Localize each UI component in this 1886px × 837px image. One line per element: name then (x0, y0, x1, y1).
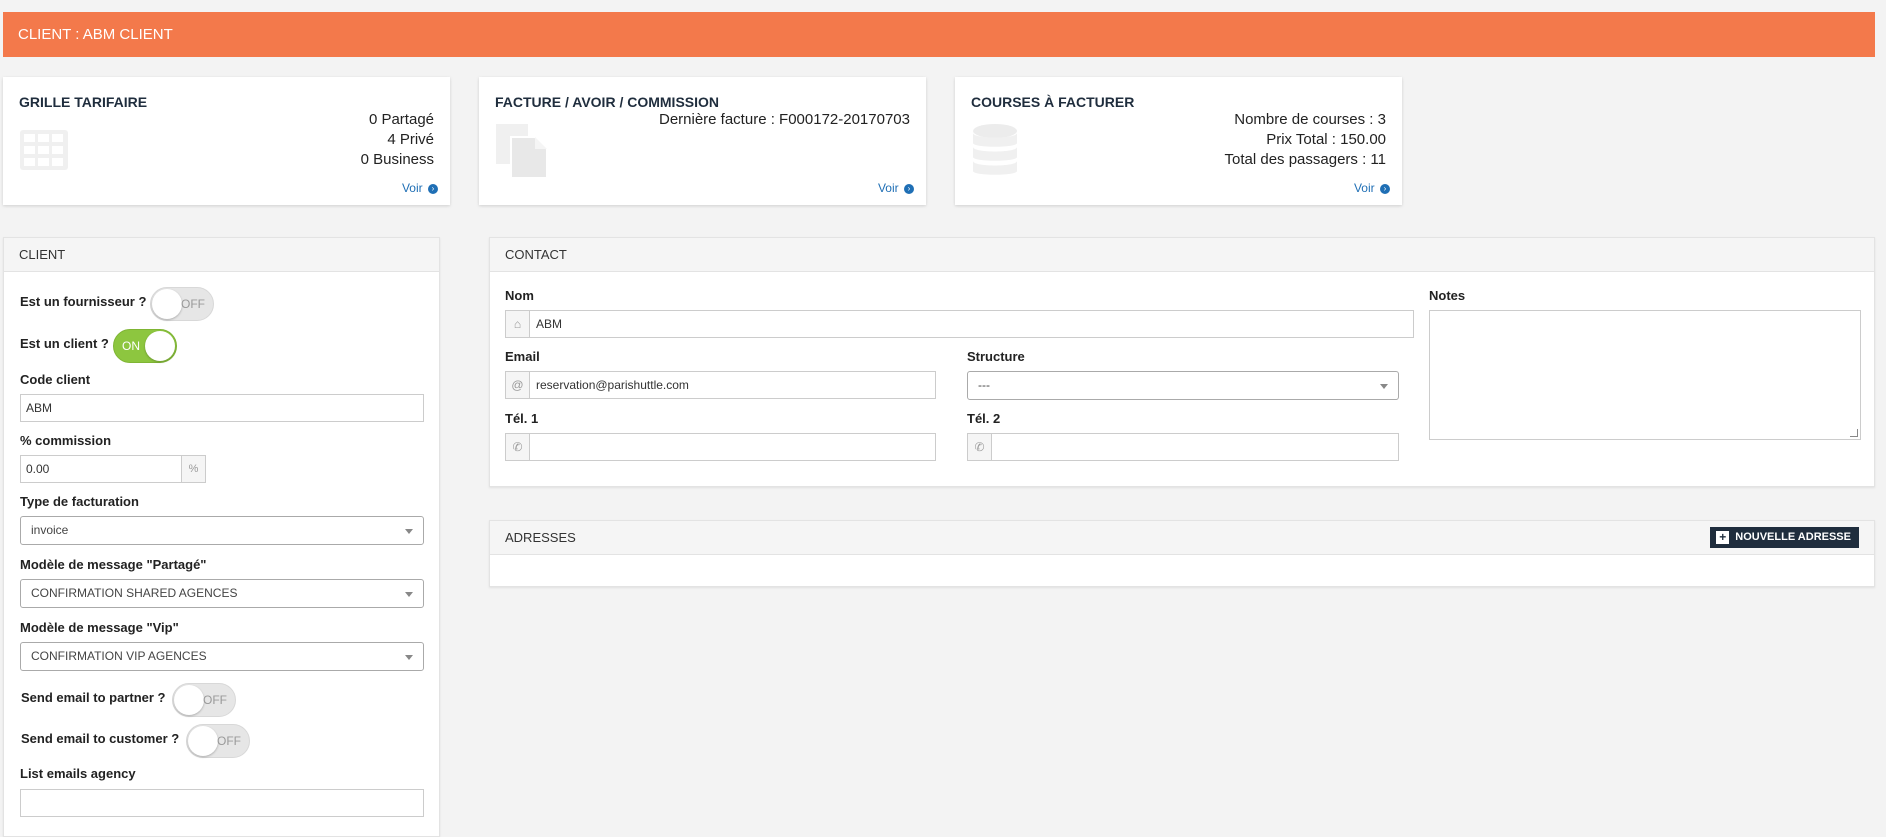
nom-value: ABM (536, 317, 563, 331)
contact-panel: CONTACT Nom ⌂ ABM Email @ reservation@pa… (489, 237, 1875, 487)
nom-input[interactable]: ⌂ ABM (505, 310, 1414, 338)
prix-total: Prix Total : 150.00 (1266, 131, 1386, 148)
plus-square-icon: + (1716, 531, 1730, 544)
home-icon: ⌂ (506, 311, 530, 337)
structure-select[interactable]: --- (967, 371, 1399, 400)
card-facture: FACTURE / AVOIR / COMMISSION Dernière fa… (479, 77, 926, 205)
toggle-knob (174, 685, 204, 715)
structure-value: --- (978, 378, 990, 392)
est-client-label: Est un client ? (20, 336, 109, 351)
nouvelle-adresse-button[interactable]: + NOUVELLE ADRESSE (1710, 527, 1859, 548)
toggle-knob (152, 289, 182, 319)
adresses-panel: ADRESSES + NOUVELLE ADRESSE (489, 520, 1875, 587)
tel1-label: Tél. 1 (505, 411, 539, 426)
client-panel: CLIENT Est un fournisseur ? OFF Est un c… (3, 237, 440, 837)
email-input[interactable]: @ reservation@parishuttle.com (505, 371, 936, 399)
tel2-input[interactable]: ✆ (967, 433, 1399, 461)
phone-icon: ✆ (968, 434, 992, 460)
card-values: Dernière facture : F000172-20170703 (659, 110, 910, 130)
tel1-input[interactable]: ✆ (505, 433, 936, 461)
commission-input[interactable]: 0.00 (20, 455, 182, 483)
nouvelle-adresse-label: NOUVELLE ADRESSE (1735, 531, 1851, 543)
toggle-knob (145, 331, 175, 361)
resize-grip-icon[interactable] (1850, 429, 1858, 437)
notes-label: Notes (1429, 288, 1466, 303)
total-passagers: Total des passagers : 11 (1224, 151, 1386, 168)
card-values: 0 Partagé 4 Privé 0 Business (361, 110, 434, 170)
code-client-label: Code client (20, 372, 91, 387)
modele-partage-label: Modèle de message "Partagé" (20, 557, 207, 572)
toggle-state: OFF (217, 734, 241, 748)
list-emails-input[interactable] (20, 789, 424, 817)
files-icon (496, 124, 548, 179)
email-partner-label: Send email to partner ? (21, 690, 166, 705)
tel2-label: Tél. 2 (967, 411, 1001, 426)
voir-courses-link[interactable]: Voir › (1354, 181, 1390, 195)
notes-textarea[interactable] (1429, 310, 1861, 440)
chevron-right-icon: › (904, 183, 914, 194)
modele-vip-select[interactable]: CONFIRMATION VIP AGENCES (20, 642, 424, 671)
code-client-input[interactable]: ABM (20, 394, 424, 422)
contact-panel-title: CONTACT (490, 238, 1874, 272)
card-values: Nombre de courses : 3 Prix Total : 150.0… (1225, 110, 1386, 170)
voir-facture-link[interactable]: Voir › (878, 181, 914, 195)
adresses-title: ADRESSES (505, 530, 576, 545)
fournisseur-toggle[interactable]: OFF (150, 287, 214, 321)
email-partner-toggle[interactable]: OFF (172, 683, 236, 717)
chevron-right-icon: › (428, 183, 438, 194)
grille-prive-count: 4 Privé (387, 131, 434, 148)
phone-icon: ✆ (506, 434, 530, 460)
modele-vip-label: Modèle de message "Vip" (20, 620, 179, 635)
card-title: GRILLE TARIFAIRE (19, 94, 148, 110)
grille-partage-count: 0 Partagé (368, 111, 434, 128)
nombre-courses: Nombre de courses : 3 (1234, 111, 1386, 128)
derniere-facture: Dernière facture : F000172-20170703 (658, 111, 910, 128)
email-value: reservation@parishuttle.com (536, 378, 689, 392)
page-title: CLIENT : ABM CLIENT (3, 12, 1875, 57)
client-panel-title: CLIENT (4, 238, 439, 272)
nom-label: Nom (505, 288, 534, 303)
structure-label: Structure (967, 349, 1025, 364)
est-client-toggle[interactable]: ON (113, 329, 177, 363)
commission-label: % commission (20, 433, 112, 448)
email-label: Email (505, 349, 540, 364)
card-title: FACTURE / AVOIR / COMMISSION (495, 94, 720, 110)
chevron-down-icon (405, 655, 413, 660)
toggle-state: OFF (181, 297, 205, 311)
facturation-value: invoice (31, 523, 69, 537)
chevron-down-icon (405, 529, 413, 534)
card-title: COURSES À FACTURER (971, 94, 1135, 110)
modele-partage-select[interactable]: CONFIRMATION SHARED AGENCES (20, 579, 424, 608)
chevron-right-icon: › (1380, 183, 1390, 194)
grille-business-count: 0 Business (360, 151, 434, 168)
at-icon: @ (506, 372, 530, 398)
modele-vip-value: CONFIRMATION VIP AGENCES (31, 649, 207, 663)
voir-grille-link[interactable]: Voir › (402, 181, 438, 195)
chevron-down-icon (1380, 384, 1388, 389)
percent-addon: % (182, 455, 206, 483)
list-emails-label: List emails agency (20, 766, 136, 781)
chevron-down-icon (405, 592, 413, 597)
card-courses: COURSES À FACTURER Nombre de courses : 3… (955, 77, 1402, 205)
modele-partage-value: CONFIRMATION SHARED AGENCES (31, 586, 238, 600)
database-icon (973, 124, 1017, 175)
card-grille-tarifaire: GRILLE TARIFAIRE 0 Partagé 4 Privé 0 Bus… (3, 77, 450, 205)
toggle-state: ON (122, 339, 140, 353)
toggle-state: OFF (203, 693, 227, 707)
email-customer-label: Send email to customer ? (21, 731, 180, 746)
adresses-panel-title: ADRESSES + NOUVELLE ADRESSE (490, 521, 1874, 555)
email-customer-toggle[interactable]: OFF (186, 724, 250, 758)
facturation-label: Type de facturation (20, 494, 139, 509)
facturation-select[interactable]: invoice (20, 516, 424, 545)
table-icon (20, 130, 68, 170)
fournisseur-label: Est un fournisseur ? (20, 294, 147, 309)
toggle-knob (188, 726, 218, 756)
